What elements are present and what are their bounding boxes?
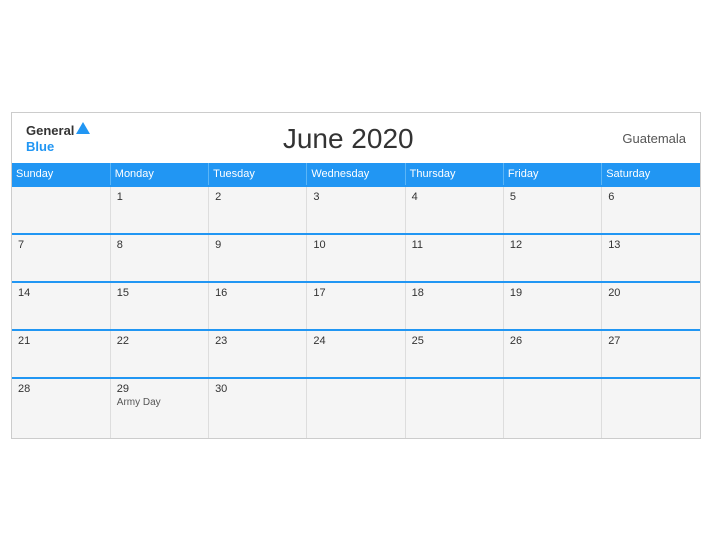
weekday-header-row: SundayMondayTuesdayWednesdayThursdayFrid… bbox=[12, 163, 700, 186]
calendar-day-cell: 30 bbox=[209, 378, 307, 438]
day-number: 17 bbox=[313, 287, 398, 299]
calendar-day-cell: 10 bbox=[307, 234, 405, 282]
calendar-day-cell: 25 bbox=[405, 330, 503, 378]
calendar-day-cell: 17 bbox=[307, 282, 405, 330]
logo: General Blue bbox=[26, 123, 90, 155]
day-number: 6 bbox=[608, 191, 694, 203]
weekday-header-friday: Friday bbox=[503, 163, 601, 186]
day-number: 5 bbox=[510, 191, 595, 203]
calendar-week-row: 7 8 9 10 11 12 13 bbox=[12, 234, 700, 282]
calendar-day-cell: 2 bbox=[209, 186, 307, 234]
day-number: 20 bbox=[608, 287, 694, 299]
calendar-day-cell: 29 Army Day bbox=[110, 378, 208, 438]
day-number: 27 bbox=[608, 335, 694, 347]
calendar-week-row: 1 2 3 4 5 6 bbox=[12, 186, 700, 234]
day-number: 29 bbox=[117, 383, 202, 395]
calendar-day-cell: 8 bbox=[110, 234, 208, 282]
day-number: 28 bbox=[18, 383, 104, 395]
day-number: 1 bbox=[117, 191, 202, 203]
calendar-header: General Blue June 2020 Guatemala bbox=[12, 113, 700, 163]
calendar-container: General Blue June 2020 Guatemala SundayM… bbox=[11, 112, 701, 439]
holiday-label: Army Day bbox=[117, 397, 202, 408]
calendar-day-cell bbox=[602, 378, 700, 438]
calendar-day-cell: 6 bbox=[602, 186, 700, 234]
calendar-day-cell: 7 bbox=[12, 234, 110, 282]
day-number: 12 bbox=[510, 239, 595, 251]
day-number: 15 bbox=[117, 287, 202, 299]
calendar-grid: SundayMondayTuesdayWednesdayThursdayFrid… bbox=[12, 163, 700, 438]
weekday-header-tuesday: Tuesday bbox=[209, 163, 307, 186]
day-number: 3 bbox=[313, 191, 398, 203]
calendar-day-cell: 15 bbox=[110, 282, 208, 330]
day-number: 8 bbox=[117, 239, 202, 251]
calendar-week-row: 28 29 Army Day 30 bbox=[12, 378, 700, 438]
calendar-day-cell: 21 bbox=[12, 330, 110, 378]
calendar-day-cell: 26 bbox=[503, 330, 601, 378]
calendar-day-cell: 27 bbox=[602, 330, 700, 378]
weekday-header-thursday: Thursday bbox=[405, 163, 503, 186]
day-number: 22 bbox=[117, 335, 202, 347]
weekday-header-saturday: Saturday bbox=[602, 163, 700, 186]
calendar-day-cell: 13 bbox=[602, 234, 700, 282]
day-number: 30 bbox=[215, 383, 300, 395]
calendar-day-cell: 28 bbox=[12, 378, 110, 438]
day-number: 16 bbox=[215, 287, 300, 299]
calendar-day-cell bbox=[12, 186, 110, 234]
calendar-day-cell: 14 bbox=[12, 282, 110, 330]
calendar-day-cell: 18 bbox=[405, 282, 503, 330]
logo-blue-text: Blue bbox=[26, 139, 54, 154]
day-number: 9 bbox=[215, 239, 300, 251]
day-number: 7 bbox=[18, 239, 104, 251]
calendar-day-cell: 1 bbox=[110, 186, 208, 234]
calendar-title: June 2020 bbox=[90, 123, 606, 155]
day-number: 4 bbox=[412, 191, 497, 203]
calendar-day-cell: 22 bbox=[110, 330, 208, 378]
day-number: 26 bbox=[510, 335, 595, 347]
logo-general-text: General bbox=[26, 123, 74, 138]
calendar-day-cell bbox=[405, 378, 503, 438]
logo-row: General bbox=[26, 123, 90, 139]
day-number: 2 bbox=[215, 191, 300, 203]
day-number: 25 bbox=[412, 335, 497, 347]
calendar-day-cell: 9 bbox=[209, 234, 307, 282]
calendar-week-row: 14 15 16 17 18 19 20 bbox=[12, 282, 700, 330]
weekday-header-sunday: Sunday bbox=[12, 163, 110, 186]
logo-triangle-icon bbox=[76, 122, 90, 134]
day-number: 14 bbox=[18, 287, 104, 299]
weekday-header-monday: Monday bbox=[110, 163, 208, 186]
calendar-day-cell: 4 bbox=[405, 186, 503, 234]
calendar-day-cell: 20 bbox=[602, 282, 700, 330]
calendar-day-cell bbox=[307, 378, 405, 438]
day-number: 23 bbox=[215, 335, 300, 347]
calendar-day-cell: 23 bbox=[209, 330, 307, 378]
calendar-day-cell: 3 bbox=[307, 186, 405, 234]
weekday-header-wednesday: Wednesday bbox=[307, 163, 405, 186]
day-number: 10 bbox=[313, 239, 398, 251]
country-name: Guatemala bbox=[606, 131, 686, 146]
calendar-day-cell: 19 bbox=[503, 282, 601, 330]
day-number: 21 bbox=[18, 335, 104, 347]
calendar-day-cell: 12 bbox=[503, 234, 601, 282]
day-number: 11 bbox=[412, 239, 497, 251]
calendar-day-cell bbox=[503, 378, 601, 438]
day-number: 18 bbox=[412, 287, 497, 299]
calendar-day-cell: 5 bbox=[503, 186, 601, 234]
calendar-day-cell: 16 bbox=[209, 282, 307, 330]
calendar-week-row: 21 22 23 24 25 26 27 bbox=[12, 330, 700, 378]
day-number: 19 bbox=[510, 287, 595, 299]
day-number: 13 bbox=[608, 239, 694, 251]
calendar-day-cell: 24 bbox=[307, 330, 405, 378]
calendar-day-cell: 11 bbox=[405, 234, 503, 282]
day-number: 24 bbox=[313, 335, 398, 347]
